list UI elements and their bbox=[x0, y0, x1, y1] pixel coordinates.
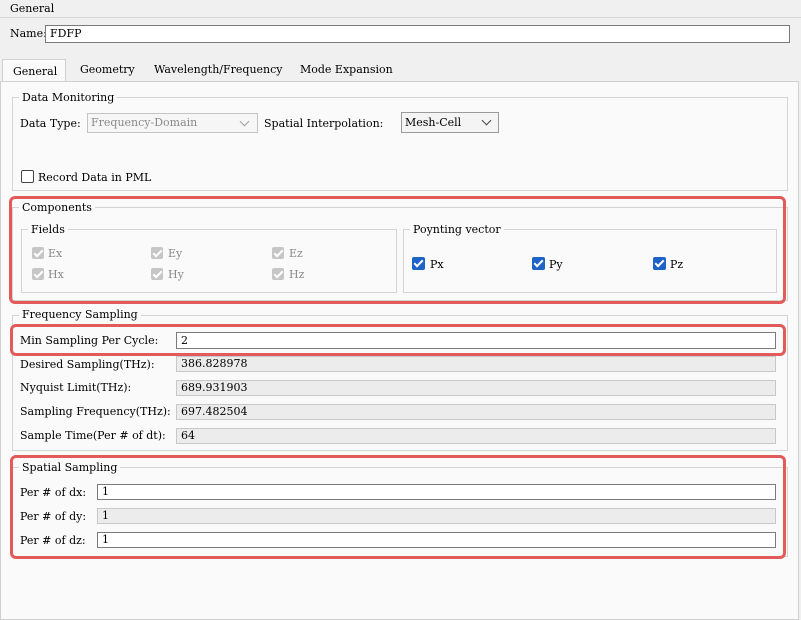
chevron-down-icon bbox=[239, 116, 250, 127]
tab-mode-expansion[interactable]: Mode Expansion bbox=[300, 63, 393, 77]
components-highlight bbox=[9, 196, 786, 304]
spatial-interp-select[interactable]: Mesh-Cell bbox=[401, 112, 499, 133]
data-type-select[interactable]: Frequency-Domain bbox=[87, 113, 258, 133]
nyquist-field: 689.931903 bbox=[176, 380, 776, 396]
spatial-interp-label: Spatial Interpolation: bbox=[264, 117, 384, 130]
frequency-sampling-title: Frequency Sampling bbox=[19, 308, 141, 321]
min-sampling-highlight bbox=[10, 324, 786, 356]
record-pml-checkbox[interactable] bbox=[21, 170, 34, 183]
tab-geometry[interactable]: Geometry bbox=[80, 63, 135, 77]
tab-general[interactable]: General bbox=[2, 59, 66, 82]
tab-wavelength-frequency[interactable]: Wavelength/Frequency bbox=[154, 63, 283, 77]
data-monitoring-title: Data Monitoring bbox=[19, 91, 118, 104]
name-input[interactable]: FDFP bbox=[45, 25, 790, 43]
sampling-frequency-field: 697.482504 bbox=[176, 404, 776, 420]
tab-general-label: General bbox=[13, 65, 58, 78]
data-type-value: Frequency-Domain bbox=[91, 116, 198, 129]
spatial-interp-value: Mesh-Cell bbox=[405, 116, 462, 129]
desired-sampling-field: 386.828978 bbox=[176, 356, 776, 372]
nyquist-label: Nyquist Limit(THz): bbox=[20, 381, 132, 394]
record-pml-label: Record Data in PML bbox=[38, 171, 152, 184]
desired-sampling-label: Desired Sampling(THz): bbox=[20, 358, 155, 371]
data-type-label: Data Type: bbox=[20, 117, 81, 130]
chevron-down-icon bbox=[481, 115, 492, 126]
sample-time-field: 64 bbox=[176, 428, 776, 444]
general-divider bbox=[0, 17, 801, 18]
general-section-label: General bbox=[10, 2, 55, 15]
spatial-sampling-highlight bbox=[10, 455, 786, 559]
name-label: Name: bbox=[10, 27, 47, 40]
sampling-frequency-label: Sampling Frequency(THz): bbox=[20, 405, 171, 418]
sample-time-label: Sample Time(Per # of dt): bbox=[20, 429, 166, 442]
